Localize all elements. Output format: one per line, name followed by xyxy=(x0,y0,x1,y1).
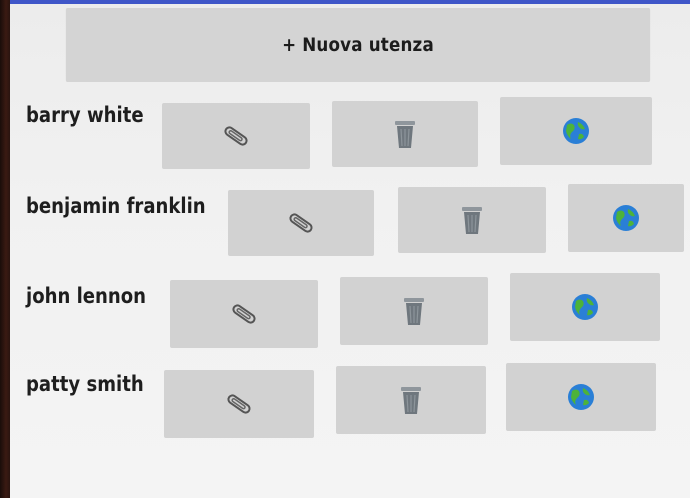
globe-icon xyxy=(561,116,591,146)
trash-icon xyxy=(398,384,424,416)
device-bezel xyxy=(0,0,10,498)
web-user-button[interactable] xyxy=(510,273,660,341)
delete-user-button[interactable] xyxy=(332,101,478,167)
app-screen: + Nuova utenza barry white benjamin fran… xyxy=(10,0,690,498)
edit-user-button[interactable] xyxy=(162,103,310,169)
user-name-label: patty smith xyxy=(26,372,144,396)
add-user-button-label: + Nuova utenza xyxy=(282,34,434,56)
user-name-label: benjamin franklin xyxy=(26,194,206,218)
trash-icon xyxy=(392,118,418,150)
edit-user-button[interactable] xyxy=(228,190,374,256)
user-name-label: john lennon xyxy=(26,284,147,308)
trash-icon xyxy=(401,295,427,327)
edit-user-button[interactable] xyxy=(164,370,314,438)
delete-user-button[interactable] xyxy=(340,277,488,345)
globe-icon xyxy=(570,292,600,322)
user-name-label: barry white xyxy=(26,103,144,127)
paperclip-icon xyxy=(229,304,259,324)
web-user-button[interactable] xyxy=(506,363,656,431)
web-user-button[interactable] xyxy=(568,184,684,252)
delete-user-button[interactable] xyxy=(336,366,486,434)
globe-icon xyxy=(611,203,641,233)
trash-icon xyxy=(459,204,485,236)
web-user-button[interactable] xyxy=(500,97,652,165)
delete-user-button[interactable] xyxy=(398,187,546,253)
paperclip-icon xyxy=(224,394,254,414)
edit-user-button[interactable] xyxy=(170,280,318,348)
status-accent-strip xyxy=(10,0,690,4)
add-user-button[interactable]: + Nuova utenza xyxy=(65,8,651,82)
paperclip-icon xyxy=(286,213,316,233)
globe-icon xyxy=(566,382,596,412)
paperclip-icon xyxy=(221,126,251,146)
